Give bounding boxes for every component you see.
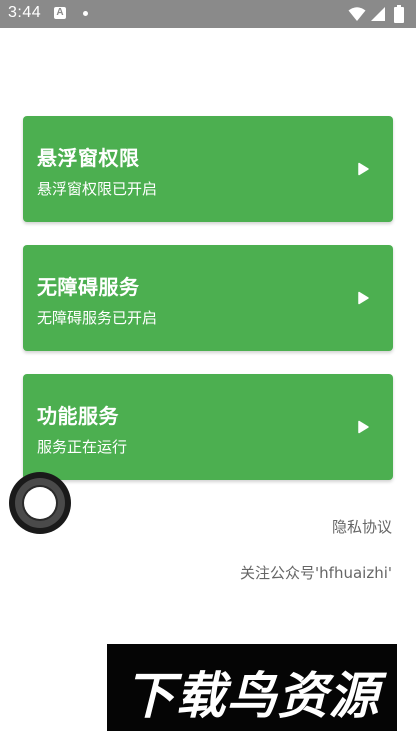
card-overlay-permission[interactable]: 悬浮窗权限 悬浮窗权限已开启 (23, 116, 393, 222)
play-arrow-icon (358, 291, 369, 305)
card-subtitle: 悬浮窗权限已开启 (37, 180, 158, 198)
battery-icon (394, 5, 404, 23)
app-notification-icon: A (54, 7, 66, 19)
floating-ball-button[interactable] (9, 472, 71, 534)
play-arrow-icon (358, 162, 369, 176)
card-title: 无障碍服务 (37, 275, 140, 299)
notification-dot-icon (83, 11, 88, 16)
status-time: 3:44 (8, 4, 42, 21)
card-accessibility-service[interactable]: 无障碍服务 无障碍服务已开启 (23, 245, 393, 351)
card-title: 悬浮窗权限 (37, 146, 140, 170)
watermark-banner: 下载鸟资源 (107, 644, 397, 731)
play-arrow-icon (358, 420, 369, 434)
wifi-icon (348, 7, 366, 21)
watermark-text: 下载鸟资源 (124, 667, 380, 725)
follow-account-text[interactable]: 关注公众号'hfhuaizhi' (240, 562, 392, 583)
status-icons (348, 5, 410, 23)
floating-ball-core (24, 487, 56, 519)
card-title: 功能服务 (37, 404, 119, 428)
cellular-signal-icon (371, 7, 385, 21)
card-subtitle: 无障碍服务已开启 (37, 309, 158, 327)
status-bar: 3:44 A (0, 0, 416, 28)
card-function-service[interactable]: 功能服务 服务正在运行 (23, 374, 393, 480)
privacy-policy-link[interactable]: 隐私协议 (332, 516, 392, 537)
card-subtitle: 服务正在运行 (37, 438, 128, 456)
